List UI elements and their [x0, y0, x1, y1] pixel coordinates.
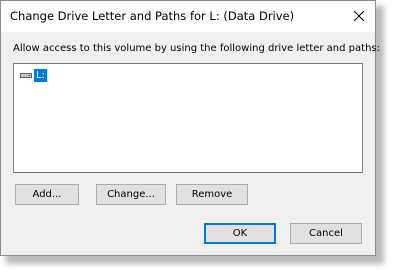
list-item[interactable]: L:: [20, 68, 47, 82]
remove-button[interactable]: Remove: [176, 184, 248, 205]
add-button[interactable]: Add...: [15, 184, 79, 205]
cancel-button[interactable]: Cancel: [290, 223, 362, 244]
drive-letter-dialog: Change Drive Letter and Paths for L: (Da…: [0, 0, 380, 256]
close-icon: [353, 10, 365, 22]
drive-icon: [20, 69, 32, 81]
close-button[interactable]: [347, 5, 371, 27]
dialog-title: Change Drive Letter and Paths for L: (Da…: [10, 9, 295, 23]
ok-button[interactable]: OK: [204, 223, 276, 244]
instruction-label: Allow access to this volume by using the…: [13, 43, 380, 54]
title-bar[interactable]: Change Drive Letter and Paths for L: (Da…: [1, 1, 375, 32]
paths-listbox[interactable]: L:: [13, 63, 363, 173]
change-button[interactable]: Change...: [96, 184, 166, 205]
list-item-label: L:: [34, 68, 47, 82]
